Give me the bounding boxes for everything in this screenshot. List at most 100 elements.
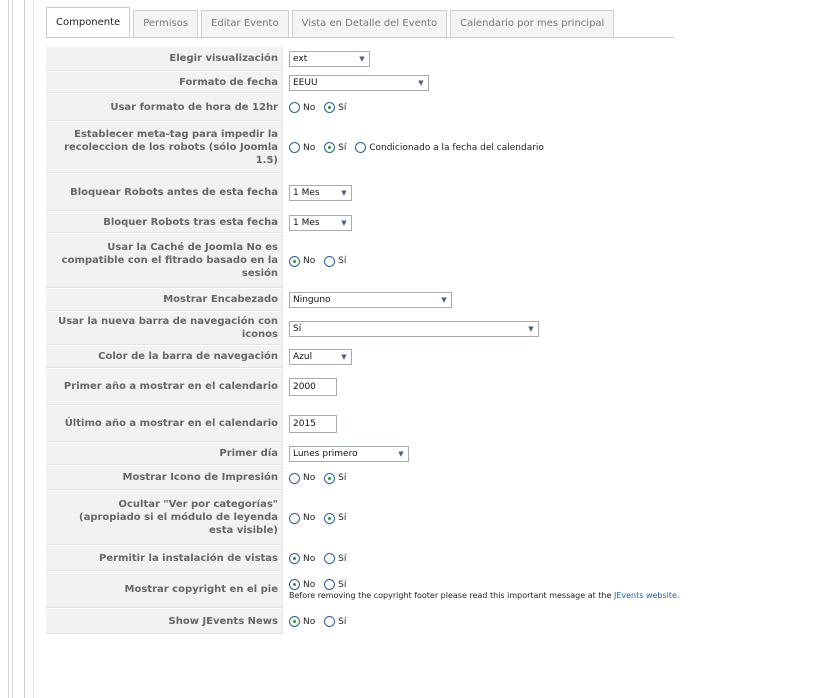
tab-permisos[interactable]: Permisos	[133, 10, 199, 37]
field-label: Bloquer Robots tras esta fecha	[46, 212, 283, 233]
row-instalacion-vistas: Permitir la instalación de vistas No Sí	[46, 546, 806, 571]
field-label: Establecer meta-tag para impedir la reco…	[46, 122, 283, 173]
field-label: Primer día	[46, 443, 283, 465]
radio-news-no[interactable]	[289, 616, 300, 627]
copyright-note-text: Before removing the copyright footer ple…	[289, 591, 612, 600]
left-rail-line	[33, 0, 34, 698]
tab-underline	[46, 37, 674, 38]
left-rail-line	[8, 0, 9, 698]
chevron-down-icon: ▼	[398, 450, 404, 458]
radio-impresion-no[interactable]	[289, 472, 300, 484]
jevents-website-link[interactable]: JEvents website.	[614, 591, 680, 600]
tab-calendario-mes[interactable]: Calendario por mes principal	[450, 10, 615, 37]
bloquear-tras-select[interactable]: 1 Mes ▼	[289, 214, 352, 231]
primer-dia-select[interactable]: Lunes primero ▼	[289, 446, 409, 462]
radio-cache-si[interactable]	[324, 255, 336, 267]
select-value: 1 Mes	[293, 217, 320, 228]
field-label: Usar formato de hora de 12hr	[46, 94, 283, 121]
chevron-down-icon: ▼	[441, 296, 447, 304]
left-rail-line	[24, 0, 25, 698]
field-label: Bloquear Robots antes de esta fecha	[46, 174, 283, 211]
chevron-down-icon: ▼	[418, 78, 424, 87]
primer-anio-input[interactable]: 2000	[289, 378, 337, 396]
select-value: Ninguno	[293, 295, 331, 305]
radio-label: Sí	[338, 579, 347, 590]
row-cache: Usar la Caché de Joomla No es compatible…	[46, 234, 806, 288]
radio-label: No	[303, 102, 316, 113]
field-label: Primer año a mostrar en el calendario	[46, 369, 283, 405]
radio-vistas-no[interactable]	[289, 553, 300, 564]
chevron-down-icon: ▼	[341, 353, 347, 361]
radio-12hr-si[interactable]	[324, 102, 336, 113]
select-value: ext	[293, 54, 308, 64]
radio-label: No	[303, 142, 316, 153]
row-ver-categorias: Ocultar "Ver por categorías" (apropiado …	[46, 491, 806, 545]
field-label: Elegir visualización	[46, 47, 283, 71]
radio-label: Sí	[338, 142, 347, 153]
field-label: Ocultar "Ver por categorías" (apropiado …	[46, 491, 283, 545]
select-value: EEUU	[293, 77, 318, 88]
field-label: Color de la barra de navegación	[46, 346, 283, 368]
copyright-note: Before removing the copyright footer ple…	[289, 590, 806, 601]
radio-label: No	[303, 553, 316, 564]
radio-cache-no[interactable]	[289, 255, 300, 267]
radio-label: Sí	[338, 256, 347, 266]
row-bloquear-antes: Bloquear Robots antes de esta fecha 1 Me…	[46, 174, 806, 211]
radio-copyright-no[interactable]	[289, 579, 300, 590]
radio-meta-no[interactable]	[289, 142, 300, 153]
radio-label: Sí	[338, 553, 347, 564]
radio-label: No	[303, 473, 316, 483]
radio-label: Sí	[338, 513, 347, 523]
radio-meta-si[interactable]	[324, 142, 336, 153]
radio-news-si[interactable]	[324, 616, 336, 627]
tab-vista-detalle[interactable]: Vista en Detalle del Evento	[291, 10, 448, 37]
row-formato-fecha: Formato de fecha EEUU ▼	[46, 72, 806, 93]
row-primer-anio: Primer año a mostrar en el calendario 20…	[46, 369, 806, 405]
radio-label: No	[303, 513, 316, 523]
visualizacion-select[interactable]: ext ▼	[289, 51, 370, 67]
row-icono-impresion: Mostrar Icono de Impresión No Sí	[46, 466, 806, 490]
field-label: Permitir la instalación de vistas	[46, 546, 283, 571]
field-label: Show JEvents News	[46, 609, 283, 634]
radio-label: No	[303, 616, 316, 627]
field-label: Formato de fecha	[46, 72, 283, 93]
bloquear-antes-select[interactable]: 1 Mes ▼	[289, 184, 352, 201]
ultimo-anio-input[interactable]: 2015	[289, 415, 337, 433]
tab-componente[interactable]: Componente	[46, 7, 131, 37]
row-ultimo-anio: Último año a mostrar en el calendario 20…	[46, 406, 806, 442]
radio-meta-condicionado[interactable]	[355, 142, 367, 153]
field-label: Mostrar Encabezado	[46, 289, 283, 311]
radio-label: No	[303, 579, 316, 590]
tab-bar: Componente Permisos Editar Evento Vista …	[46, 7, 617, 37]
radio-categorias-no[interactable]	[289, 512, 300, 524]
radio-label: Condicionado a la fecha del calendario	[369, 142, 544, 153]
radio-12hr-no[interactable]	[289, 102, 300, 113]
radio-vistas-si[interactable]	[324, 553, 336, 564]
radio-label: Sí	[338, 473, 347, 483]
select-value: 1 Mes	[293, 187, 320, 198]
row-primer-dia: Primer día Lunes primero ▼	[46, 443, 806, 465]
nueva-barra-select[interactable]: Sí ▼	[289, 320, 539, 337]
chevron-down-icon: ▼	[341, 218, 347, 227]
tab-editar-evento[interactable]: Editar Evento	[201, 10, 289, 37]
radio-copyright-si[interactable]	[324, 579, 336, 590]
formato-fecha-select[interactable]: EEUU ▼	[289, 74, 429, 91]
settings-form: Elegir visualización ext ▼ Formato de fec…	[46, 46, 806, 635]
row-meta-tag: Establecer meta-tag para impedir la reco…	[46, 122, 806, 173]
field-label: Último año a mostrar en el calendario	[46, 406, 283, 442]
radio-impresion-si[interactable]	[324, 472, 336, 484]
radio-categorias-si[interactable]	[324, 512, 336, 524]
radio-label: No	[303, 256, 316, 266]
row-news: Show JEvents News No Sí	[46, 609, 806, 634]
row-nueva-barra: Usar la nueva barra de navegación con ic…	[46, 312, 806, 345]
chevron-down-icon: ▼	[359, 55, 365, 63]
chevron-down-icon: ▼	[528, 324, 534, 333]
field-label: Mostrar Icono de Impresión	[46, 466, 283, 490]
row-visualizacion: Elegir visualización ext ▼	[46, 47, 806, 71]
radio-label: Sí	[338, 102, 347, 113]
field-label: Mostrar copyright en el pie	[46, 572, 283, 608]
color-barra-select[interactable]: Azul ▼	[289, 349, 352, 365]
select-value: Azul	[293, 352, 313, 362]
encabezado-select[interactable]: Ninguno ▼	[289, 292, 452, 308]
left-rail-line	[12, 0, 13, 698]
